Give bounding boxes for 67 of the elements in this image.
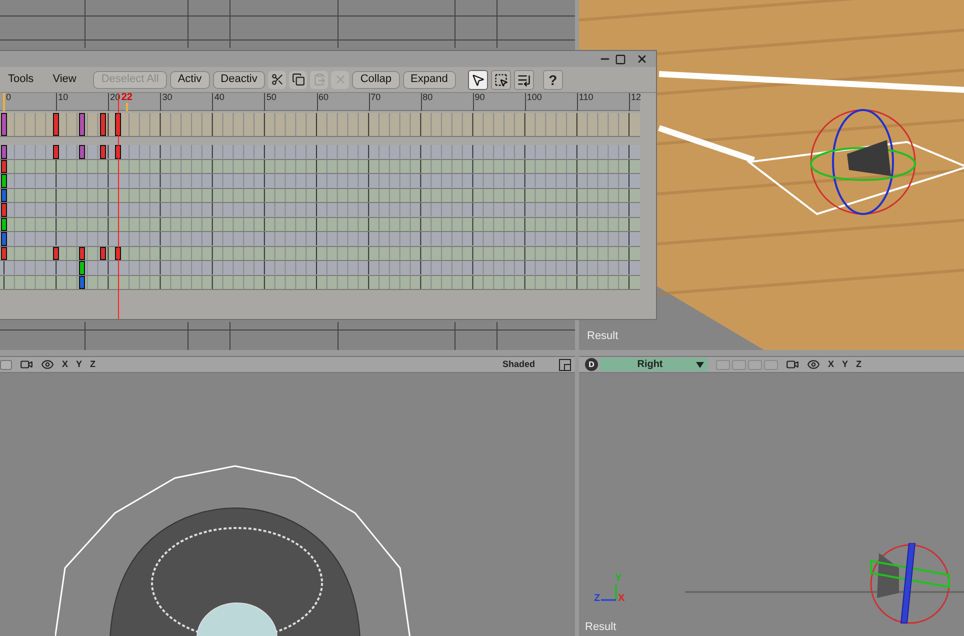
axis-label: Z [594, 592, 600, 606]
keyframe[interactable] [52, 246, 59, 260]
ruler-label: 90 [474, 93, 485, 102]
range-start-marker [3, 93, 5, 111]
copy-icon[interactable] [289, 70, 308, 88]
ruler-label: 10 [58, 93, 68, 102]
toggle-box[interactable] [0, 360, 12, 370]
camera-icon[interactable] [20, 358, 33, 371]
keyframe[interactable] [1, 174, 7, 188]
keyframe[interactable] [1, 113, 7, 136]
toolbar-button[interactable]: Activ [170, 70, 210, 88]
ruler-label: 50 [266, 93, 276, 102]
keyframe[interactable] [1, 160, 7, 173]
help-button[interactable]: ? [542, 70, 563, 90]
display-button[interactable]: D [585, 358, 598, 371]
scissors-icon[interactable] [268, 70, 286, 88]
axis-toggle[interactable]: X [62, 358, 68, 372]
keyframe[interactable] [79, 113, 86, 136]
ruler-label: 0 [6, 93, 12, 102]
ruler-label: 60 [318, 93, 329, 102]
keyframe[interactable] [52, 145, 59, 158]
camera-icon[interactable] [786, 358, 799, 371]
ruler-label: 12 [631, 93, 642, 102]
keyframe[interactable] [79, 246, 86, 260]
keyframe[interactable] [1, 188, 7, 202]
region-select-icon[interactable] [490, 70, 511, 90]
ruler-label: 80 [422, 93, 433, 102]
keyframe[interactable] [79, 276, 86, 289]
viewport-label: Result [587, 328, 618, 344]
keyframe[interactable] [100, 246, 106, 260]
ruler-label: 70 [370, 93, 381, 102]
maximize-icon[interactable] [615, 54, 626, 64]
keyframe[interactable] [79, 145, 86, 158]
axis-toggle[interactable]: Y [76, 358, 82, 372]
axis-toggle[interactable]: Z [856, 358, 862, 372]
toolbar-button[interactable]: Collap [352, 70, 400, 88]
axis-label: X [618, 592, 625, 606]
keyframe[interactable] [1, 145, 7, 158]
toolbar-button[interactable]: Deactiv [212, 70, 266, 88]
eye-icon[interactable] [807, 358, 820, 371]
keyframe[interactable] [1, 246, 7, 260]
viewport-label: Result [585, 620, 616, 634]
view-dropdown[interactable]: Right [600, 358, 708, 371]
close-icon[interactable] [636, 53, 648, 65]
keyframe[interactable] [1, 203, 7, 216]
axis-toggle[interactable]: Y [842, 358, 848, 372]
ruler-label: 30 [162, 93, 172, 102]
shading-menu[interactable]: Shaded [502, 358, 535, 372]
menu-button[interactable]: View [50, 71, 78, 88]
ruler-label: 100 [526, 93, 542, 102]
eye-icon[interactable] [41, 358, 54, 371]
pointer-icon[interactable] [468, 70, 488, 90]
axis-label: Y [615, 572, 622, 586]
menu-button[interactable]: Tools [6, 71, 36, 88]
axis-toggle[interactable]: X [828, 358, 834, 372]
toolbar-button[interactable]: Expand [402, 70, 456, 88]
ruler-label: 110 [578, 93, 594, 102]
axis-toggle[interactable]: Z [90, 358, 96, 372]
current-frame-label: 22 [120, 93, 132, 103]
axis-gizmo-drawing [599, 582, 618, 601]
keyframe[interactable] [1, 218, 7, 231]
keyframe[interactable] [100, 113, 106, 136]
keyframe[interactable] [79, 261, 86, 274]
keyframe[interactable] [52, 113, 59, 136]
keyframe[interactable] [100, 145, 106, 158]
maximize-icon[interactable] [559, 358, 571, 370]
ruler-label: 40 [214, 93, 224, 102]
